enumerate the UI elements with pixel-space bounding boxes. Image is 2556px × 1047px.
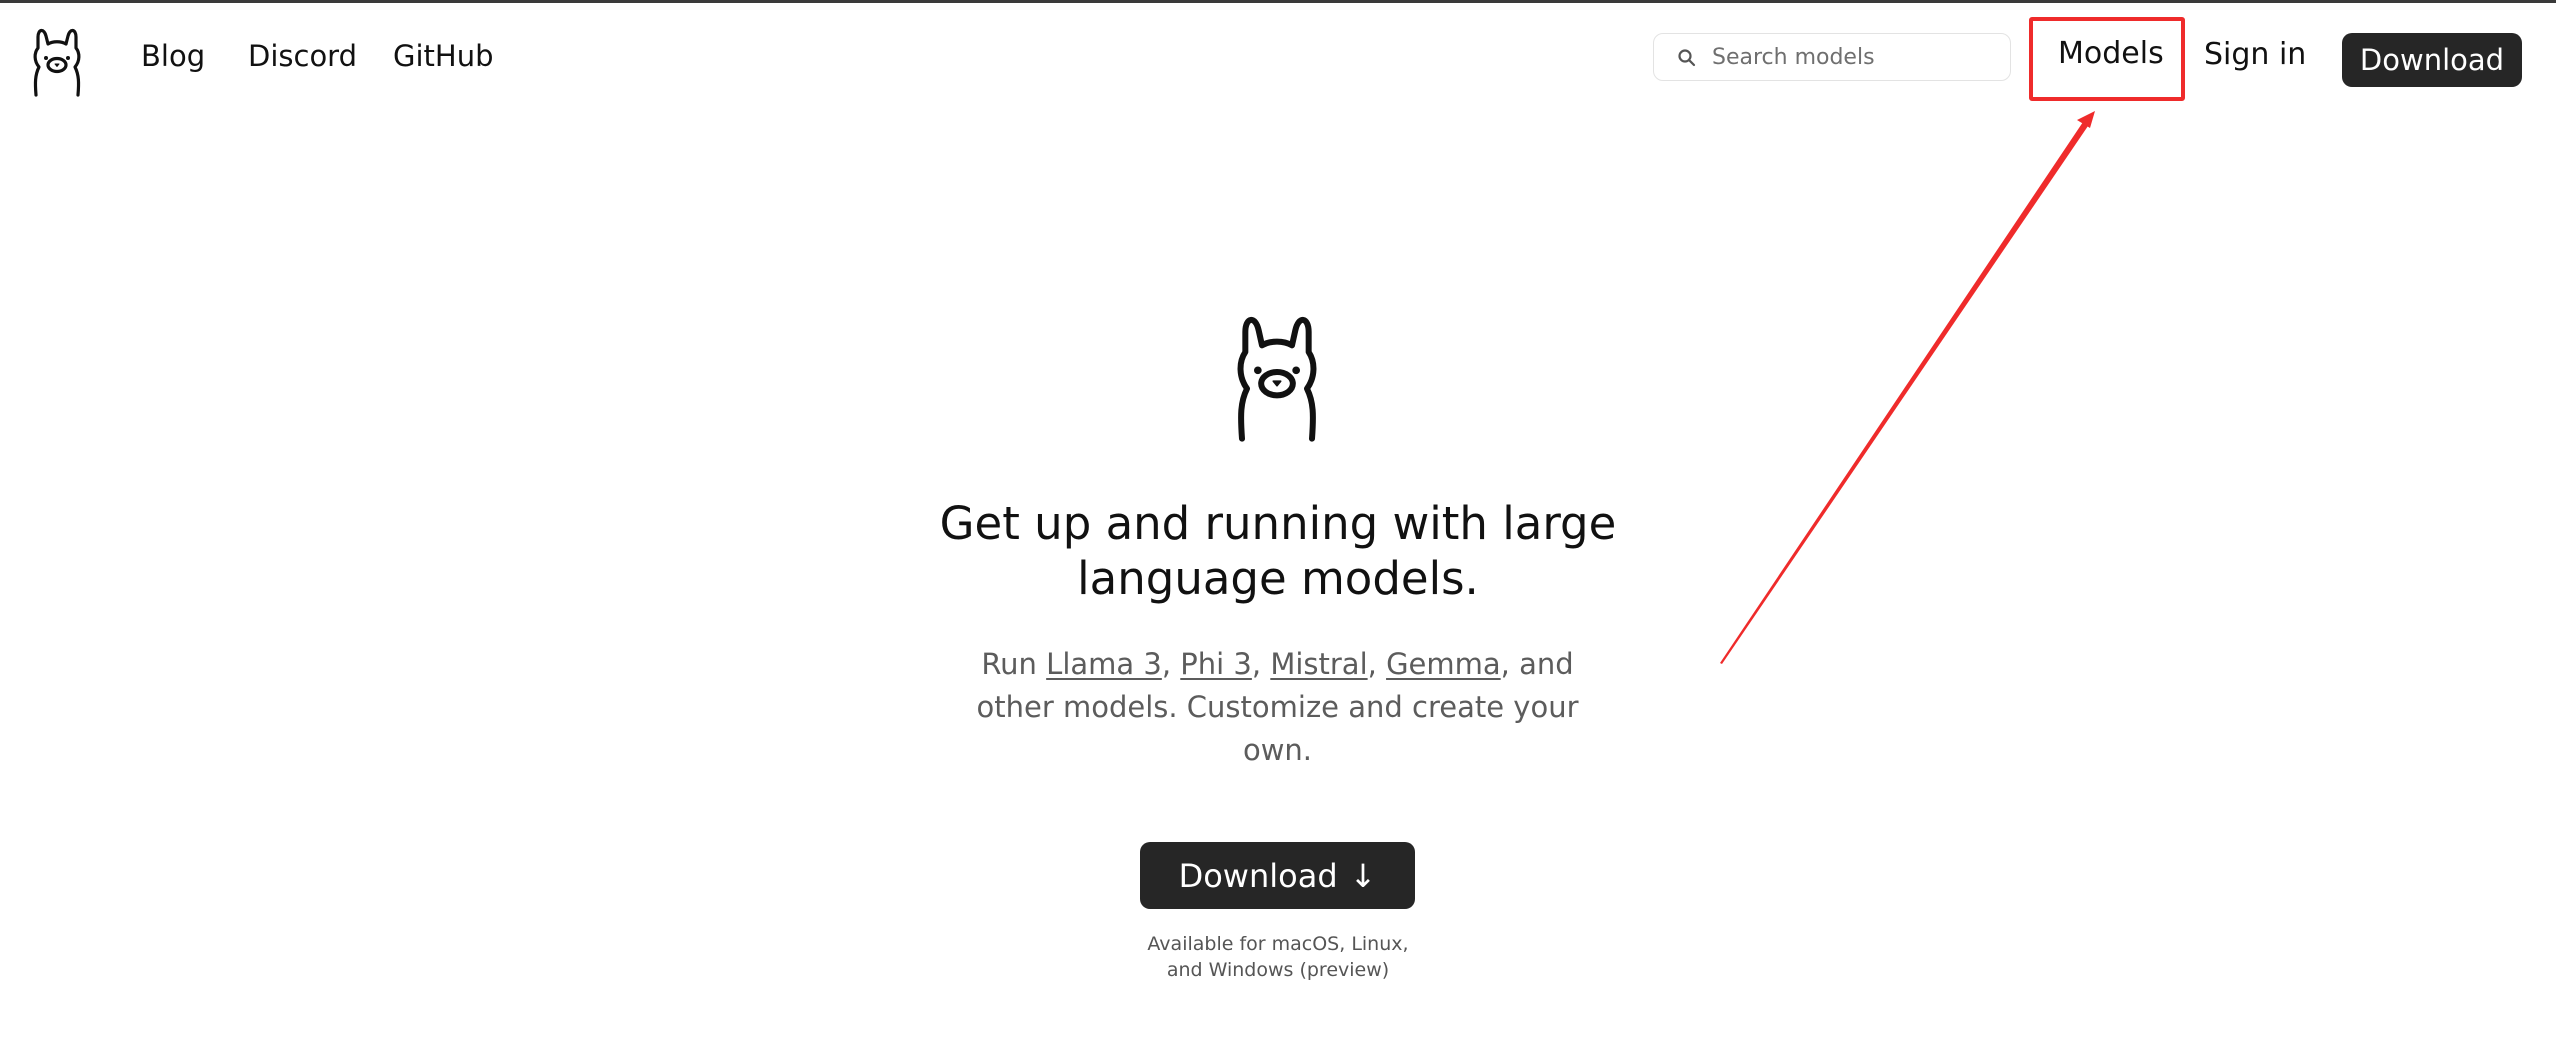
nav-github-link[interactable]: GitHub [393, 39, 494, 73]
header-download-button[interactable]: Download [2342, 33, 2522, 87]
llama-logo-icon [33, 28, 81, 97]
model-link-llama3[interactable]: Llama 3 [1046, 647, 1162, 681]
nav-blog-link[interactable]: Blog [141, 39, 205, 73]
hero-download-label: Download [1178, 856, 1338, 895]
separator: , [1367, 647, 1377, 681]
annotation-arrow-shaft [1720, 122, 2088, 664]
header: Blog Discord GitHub Models Sign in Downl… [0, 3, 2556, 113]
model-link-phi3[interactable]: Phi 3 [1180, 647, 1252, 681]
hero-download-button[interactable]: Download ↓ [1140, 842, 1415, 909]
availability-note: Available for macOS, Linux, and Windows (… [1128, 931, 1428, 983]
down-arrow-icon: ↓ [1349, 856, 1377, 895]
availability-line-2: and Windows (preview) [1166, 959, 1390, 981]
separator: , [1251, 647, 1262, 681]
model-link-gemma[interactable]: Gemma [1386, 647, 1501, 681]
search-box[interactable] [1653, 33, 2011, 81]
annotation-arrow-head [2077, 111, 2095, 128]
nav-models-link[interactable]: Models [2058, 36, 2164, 71]
search-input[interactable] [1712, 38, 2002, 76]
hero-subtitle: Run Llama 3, Phi 3, Mistral, Gemma, and … [965, 643, 1590, 772]
subtitle-prefix: Run [981, 647, 1037, 681]
model-link-mistral[interactable]: Mistral [1270, 647, 1367, 681]
page: Blog Discord GitHub Models Sign in Downl… [0, 0, 2556, 1047]
sign-in-link[interactable]: Sign in [2204, 37, 2306, 72]
nav-discord-link[interactable]: Discord [248, 39, 357, 73]
llama-logo-icon [1237, 316, 1317, 442]
search-icon [1678, 49, 1696, 67]
hero-title: Get up and running with large language m… [939, 497, 1617, 605]
separator: , [1161, 647, 1172, 681]
availability-line-1: Available for macOS, Linux, [1147, 933, 1409, 955]
